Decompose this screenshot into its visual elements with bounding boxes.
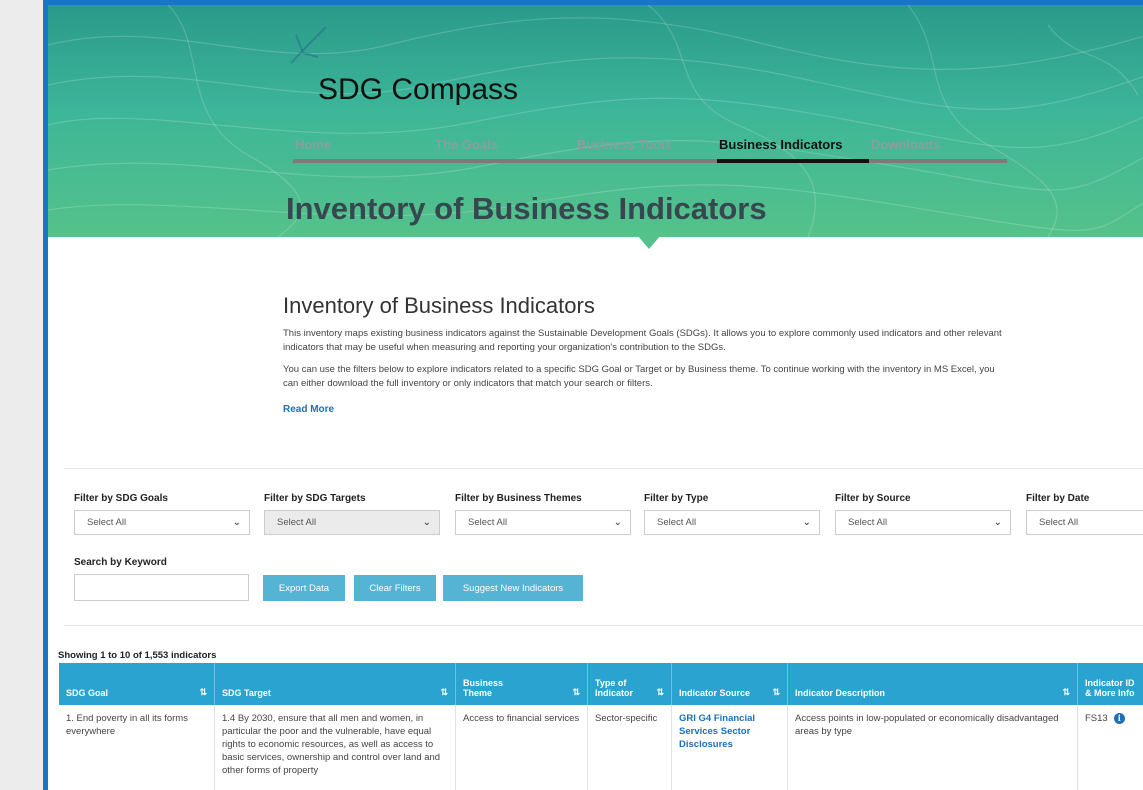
hero-heading: Inventory of Business Indicators: [286, 191, 767, 226]
col-label: SDG Goal: [66, 688, 109, 698]
main-nav: Home The Goals Business Tools Business I…: [293, 137, 1007, 163]
business-themes-select[interactable]: Select All ⌄: [455, 510, 631, 535]
filter-label: Filter by Source: [835, 493, 911, 504]
cell-sdg-goal: 1. End poverty in all its forms everywhe…: [59, 705, 215, 790]
chevron-down-icon: ⌄: [802, 517, 811, 528]
col-label: Business Theme: [463, 678, 504, 698]
col-indicator-source[interactable]: Indicator Source ⇅: [672, 663, 788, 705]
col-label: Indicator Description: [795, 688, 886, 698]
chevron-down-icon: ⌄: [613, 517, 622, 528]
table-header: SDG Goal ⇅ SDG Target ⇅ Business Theme ⇅ Ty…: [59, 663, 1143, 705]
col-label: SDG Target: [222, 688, 271, 698]
nav-business-indicators[interactable]: Business Indicators: [717, 137, 869, 163]
nav-underline: [433, 159, 575, 163]
export-data-button[interactable]: Export Data: [263, 575, 345, 601]
filter-date: Filter by Date Select All: [1026, 493, 1143, 535]
col-type-of-indicator[interactable]: Type of Indicator ⇅: [588, 663, 672, 705]
indicator-source-link[interactable]: GRI G4 Financial Services Sector Disclos…: [679, 713, 755, 750]
nav-underline: [293, 159, 433, 163]
filter-label: Filter by Date: [1026, 493, 1090, 504]
table-row: 1. End poverty in all its forms everywhe…: [59, 705, 1143, 790]
chevron-down-icon: ⌄: [993, 517, 1002, 528]
sort-icon: ⇅: [1062, 687, 1070, 697]
source-select[interactable]: Select All ⌄: [835, 510, 1011, 535]
nav-the-goals[interactable]: The Goals: [433, 137, 575, 163]
filter-label: Filter by Business Themes: [455, 493, 582, 504]
select-value: Select All: [87, 517, 127, 528]
filter-source: Filter by Source Select All ⌄: [835, 493, 1011, 535]
nav-business-tools[interactable]: Business Tools: [575, 137, 717, 163]
cell-indicator-id: FS13 i: [1078, 705, 1143, 790]
nav-home[interactable]: Home: [293, 137, 433, 163]
sort-icon: ⇅: [440, 687, 448, 697]
nav-underline: [869, 159, 1007, 163]
cell-type: Sector-specific: [588, 705, 672, 790]
info-icon[interactable]: i: [1113, 713, 1125, 724]
intro-heading: Inventory of Business Indicators: [283, 293, 595, 318]
site-title[interactable]: SDG Compass: [318, 73, 518, 107]
col-label: Type of Indicator: [595, 678, 634, 698]
cell-business-theme: Access to financial services: [456, 705, 588, 790]
intro-section: Inventory of Business Indicators This in…: [283, 293, 1003, 417]
browser-frame: SDG Compass Home The Goals Business Tool…: [43, 0, 1143, 790]
search-label: Search by Keyword: [74, 557, 167, 568]
filter-sdg-goals: Filter by SDG Goals Select All ⌄: [74, 493, 250, 535]
col-business-theme[interactable]: Business Theme ⇅: [456, 663, 588, 705]
nav-underline: [717, 159, 869, 163]
chevron-down-icon: ⌄: [422, 517, 431, 528]
cell-sdg-target: 1.4 By 2030, ensure that all men and wom…: [215, 705, 456, 790]
results-count: Showing 1 to 10 of 1,553 indicators: [58, 650, 217, 661]
col-indicator-id[interactable]: Indicator ID & More Info: [1078, 663, 1143, 705]
cell-indicator-source: GRI G4 Financial Services Sector Disclos…: [672, 705, 788, 790]
sort-icon: ⇅: [772, 687, 780, 697]
filter-label: Filter by SDG Goals: [74, 493, 168, 504]
filter-label: Filter by SDG Targets: [264, 493, 366, 504]
sdg-goals-select[interactable]: Select All ⌄: [74, 510, 250, 535]
select-value: Select All: [1039, 517, 1079, 528]
filter-sdg-targets: Filter by SDG Targets Select All ⌄: [264, 493, 440, 535]
intro-paragraph: This inventory maps existing business in…: [283, 328, 1002, 353]
nav-business-tools-label: Business Tools: [577, 137, 673, 152]
col-label: Indicator Source: [679, 688, 751, 698]
indicator-id: FS13: [1085, 713, 1108, 724]
intro-paragraph: You can use the filters below to explore…: [283, 364, 995, 389]
nav-downloads-label: Downloads: [871, 137, 941, 152]
col-sdg-target[interactable]: SDG Target ⇅: [215, 663, 456, 705]
select-value: Select All: [468, 517, 508, 528]
col-indicator-description[interactable]: Indicator Description ⇅: [788, 663, 1078, 705]
chevron-down-icon: ⌄: [232, 517, 241, 528]
sdg-targets-select[interactable]: Select All ⌄: [264, 510, 440, 535]
compass-logo-mark: [290, 26, 327, 64]
cell-indicator-description: Access points in low-populated or econom…: [788, 705, 1078, 790]
read-more-link[interactable]: Read More: [283, 404, 334, 415]
nav-home-label: Home: [295, 137, 332, 152]
select-value: Select All: [848, 517, 888, 528]
date-select[interactable]: Select All: [1026, 510, 1143, 535]
filter-label: Filter by Type: [644, 493, 709, 504]
hero-notch: [637, 235, 661, 249]
nav-business-indicators-label: Business Indicators: [719, 137, 843, 152]
select-value: Select All: [277, 517, 317, 528]
suggest-indicators-button[interactable]: Suggest New Indicators: [443, 575, 583, 601]
sort-icon: ⇅: [572, 687, 580, 697]
filter-business-themes: Filter by Business Themes Select All ⌄: [455, 493, 631, 535]
clear-filters-button[interactable]: Clear Filters: [354, 575, 436, 601]
sort-icon: ⇅: [656, 687, 664, 697]
nav-the-goals-label: The Goals: [435, 137, 498, 152]
col-sdg-goal[interactable]: SDG Goal ⇅: [59, 663, 215, 705]
filter-type: Filter by Type Select All ⌄: [644, 493, 820, 535]
col-label: Indicator ID & More Info: [1085, 678, 1135, 698]
nav-underline: [575, 159, 717, 163]
sort-icon: ⇅: [199, 687, 207, 697]
search-input[interactable]: [74, 574, 249, 601]
hero-banner: SDG Compass Home The Goals Business Tool…: [48, 5, 1143, 237]
filter-panel: Filter by SDG Goals Select All ⌄ Filter b…: [64, 468, 1143, 626]
type-select[interactable]: Select All ⌄: [644, 510, 820, 535]
nav-downloads[interactable]: Downloads: [869, 137, 1007, 163]
select-value: Select All: [657, 517, 697, 528]
